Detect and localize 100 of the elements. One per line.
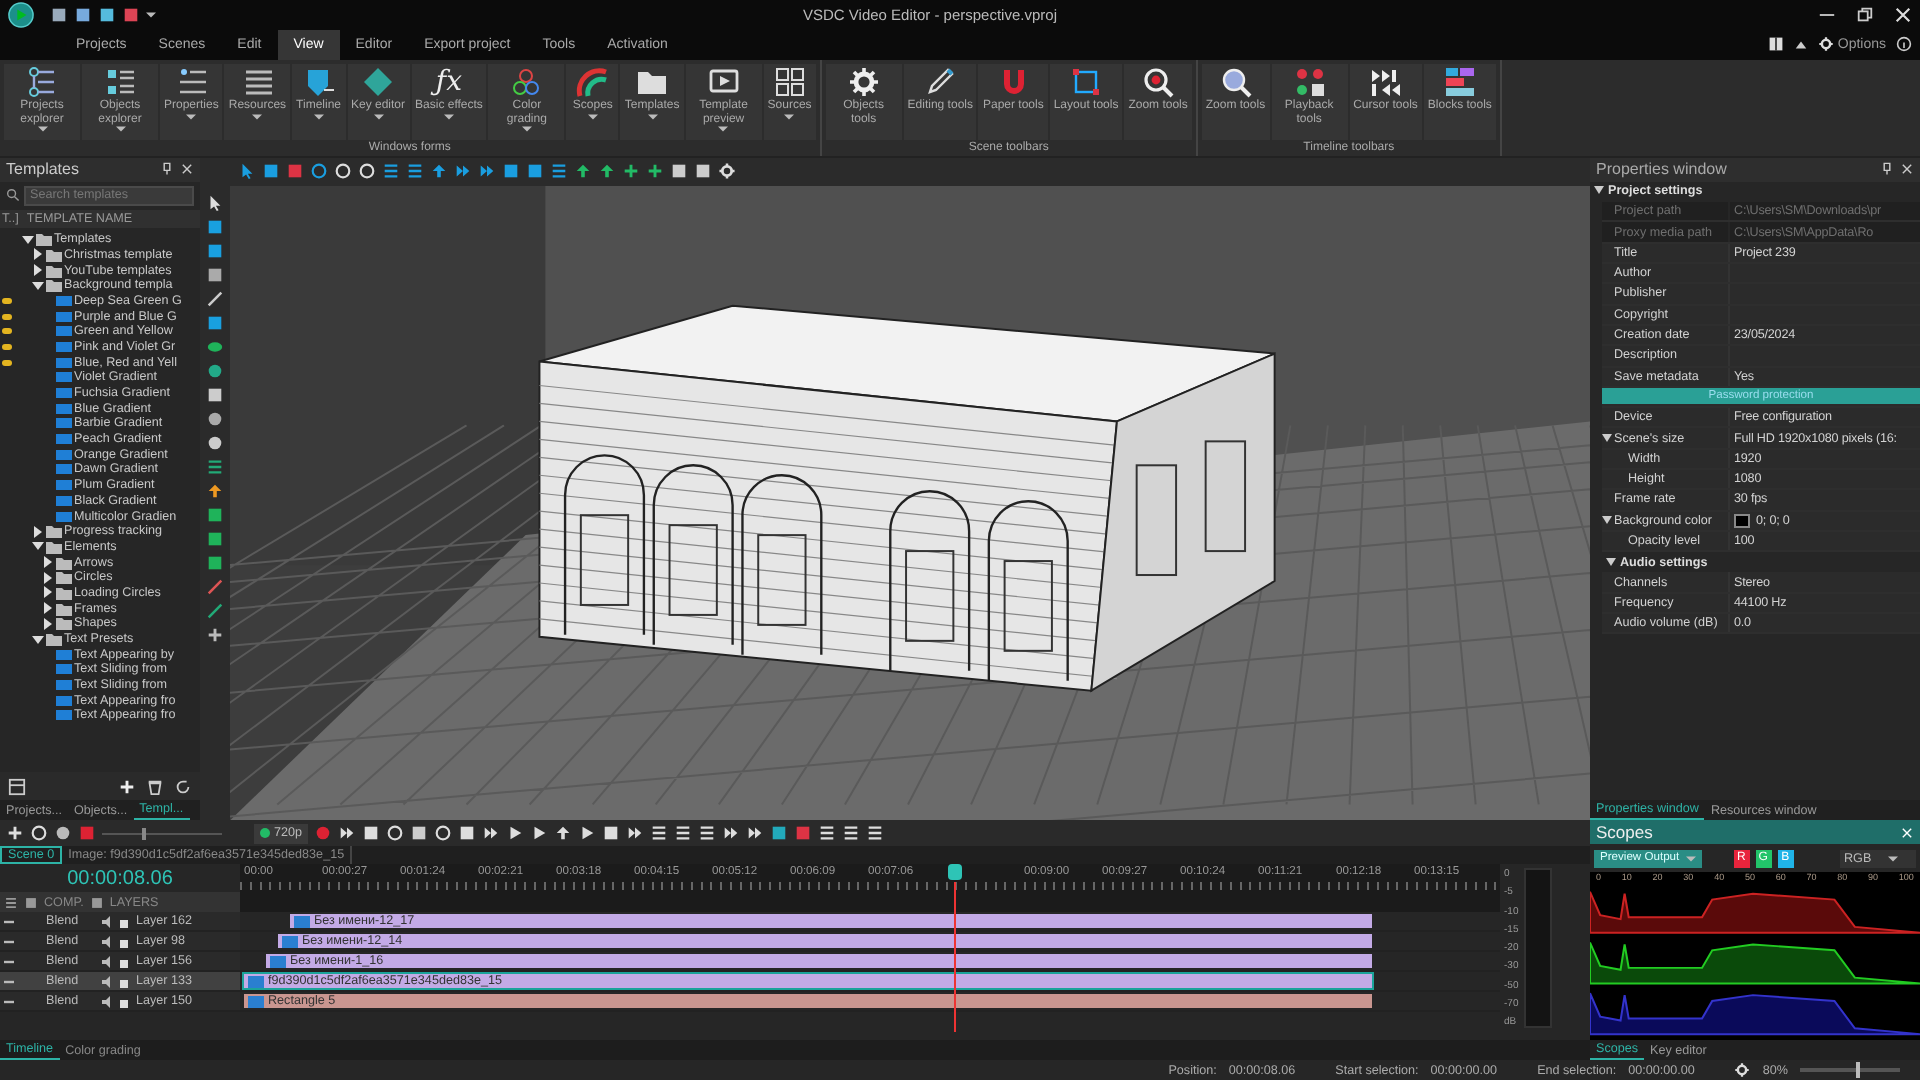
playhead-handle[interactable] <box>948 864 962 881</box>
zoom-slider-icon[interactable] <box>102 827 222 840</box>
expand-arrow-icon[interactable] <box>42 556 54 569</box>
square-icon[interactable] <box>770 824 789 843</box>
square-icon[interactable] <box>362 824 381 843</box>
dash-icon[interactable] <box>4 937 14 946</box>
circle-icon[interactable] <box>206 433 224 452</box>
square-icon[interactable] <box>526 162 544 181</box>
gear-icon <box>847 65 880 98</box>
square-icon[interactable] <box>458 824 477 843</box>
square-icon[interactable] <box>206 529 224 548</box>
expand-arrow-icon[interactable] <box>42 602 54 615</box>
frame-icon <box>1070 65 1103 98</box>
circle-icon[interactable] <box>206 409 224 428</box>
lines-icon <box>4 895 18 910</box>
skip-arrows-icon <box>1369 65 1402 98</box>
square-icon[interactable] <box>262 162 280 181</box>
up-arrow-icon[interactable] <box>554 824 573 843</box>
lines-icon[interactable] <box>382 162 400 181</box>
collapse-arrow-icon[interactable] <box>32 540 44 553</box>
rainbow-arc-icon <box>576 65 609 98</box>
circle-icon[interactable] <box>54 824 72 843</box>
dash-icon[interactable] <box>4 957 14 966</box>
lines-icon[interactable] <box>550 162 568 181</box>
collapse-arrow-icon[interactable] <box>32 279 44 292</box>
square-icon[interactable] <box>410 824 429 843</box>
square-icon[interactable] <box>602 824 621 843</box>
collapse-arrow-icon[interactable] <box>1594 186 1604 197</box>
square-icon[interactable] <box>502 162 520 181</box>
expand-arrow-icon[interactable] <box>42 586 54 599</box>
line-icon[interactable] <box>206 601 224 620</box>
square-icon[interactable] <box>50 5 68 24</box>
caret-icon <box>1685 855 1696 862</box>
pin-icon[interactable] <box>1880 162 1894 177</box>
close-icon[interactable] <box>1894 5 1912 24</box>
fx-symbol: ƒx <box>435 65 462 98</box>
square-icon[interactable] <box>206 313 224 332</box>
expand-arrow-icon[interactable] <box>42 617 54 630</box>
square-icon[interactable] <box>206 553 224 572</box>
search-icon <box>6 188 20 203</box>
close-icon[interactable] <box>1900 162 1914 177</box>
dash-icon[interactable] <box>4 997 14 1006</box>
settings-icon[interactable] <box>1734 1062 1751 1079</box>
tree-diagram-icon <box>26 65 58 98</box>
plus-icon[interactable] <box>622 162 640 181</box>
diamond-icon <box>362 65 394 98</box>
plus-icon[interactable] <box>206 625 224 644</box>
pin-icon[interactable] <box>160 162 174 177</box>
square-icon[interactable] <box>206 385 224 404</box>
line-icon[interactable] <box>206 289 224 308</box>
square-icon[interactable] <box>206 241 224 260</box>
square-icon <box>24 895 38 910</box>
panel-title: Scopes <box>1596 822 1653 843</box>
expand-arrow-icon[interactable] <box>32 264 44 277</box>
color-swatch[interactable] <box>1734 513 1750 528</box>
skip-icon[interactable] <box>454 162 472 181</box>
caret-icon <box>146 11 156 18</box>
up-arrow-icon[interactable] <box>430 162 448 181</box>
lines-icon[interactable] <box>406 162 424 181</box>
collapse-arrow-icon[interactable] <box>22 233 34 246</box>
square-icon[interactable] <box>670 162 688 181</box>
expand-arrow-icon[interactable] <box>32 525 44 538</box>
gear-icon[interactable] <box>718 162 736 181</box>
restore-icon[interactable] <box>1856 5 1874 24</box>
caret-up-icon[interactable] <box>1793 37 1808 52</box>
ellipse-icon[interactable] <box>206 337 224 356</box>
panel-icon <box>302 65 335 98</box>
plus-icon[interactable] <box>646 162 664 181</box>
close-icon[interactable] <box>180 162 194 177</box>
collapse-arrow-icon[interactable] <box>1602 515 1612 526</box>
expand-arrow-icon[interactable] <box>32 248 44 261</box>
info-icon[interactable] <box>1896 36 1912 53</box>
grid-icon <box>773 65 806 98</box>
circle-icon[interactable] <box>206 361 224 380</box>
dash-icon[interactable] <box>4 917 14 926</box>
up-arrow-icon[interactable] <box>206 481 224 500</box>
expand-arrow-icon[interactable] <box>42 571 54 584</box>
skip-icon[interactable] <box>478 162 496 181</box>
square-icon[interactable] <box>206 217 224 236</box>
collapse-arrow-icon[interactable] <box>1602 433 1612 444</box>
play-screen-icon <box>707 65 740 98</box>
square-icon[interactable] <box>98 5 116 24</box>
refresh-icon[interactable] <box>174 777 192 796</box>
list-icon <box>104 65 136 98</box>
square-icon[interactable] <box>122 5 140 24</box>
gear-icon <box>1817 36 1834 53</box>
app-logo-icon[interactable] <box>8 1 34 28</box>
trash-icon[interactable] <box>146 777 164 796</box>
square-icon[interactable] <box>206 505 224 524</box>
collapse-arrow-icon[interactable] <box>32 633 44 646</box>
square-icon[interactable] <box>694 162 712 181</box>
dash-icon[interactable] <box>4 977 14 986</box>
line-icon[interactable] <box>206 577 224 596</box>
square-icon[interactable] <box>206 265 224 284</box>
pencil-icon <box>924 65 957 98</box>
dots-icon <box>1293 65 1326 98</box>
square-icon[interactable] <box>74 5 92 24</box>
time-display: 00:00:08.06 <box>65 865 175 893</box>
lines-icon[interactable] <box>206 457 224 476</box>
collapse-arrow-icon[interactable] <box>1606 557 1616 568</box>
